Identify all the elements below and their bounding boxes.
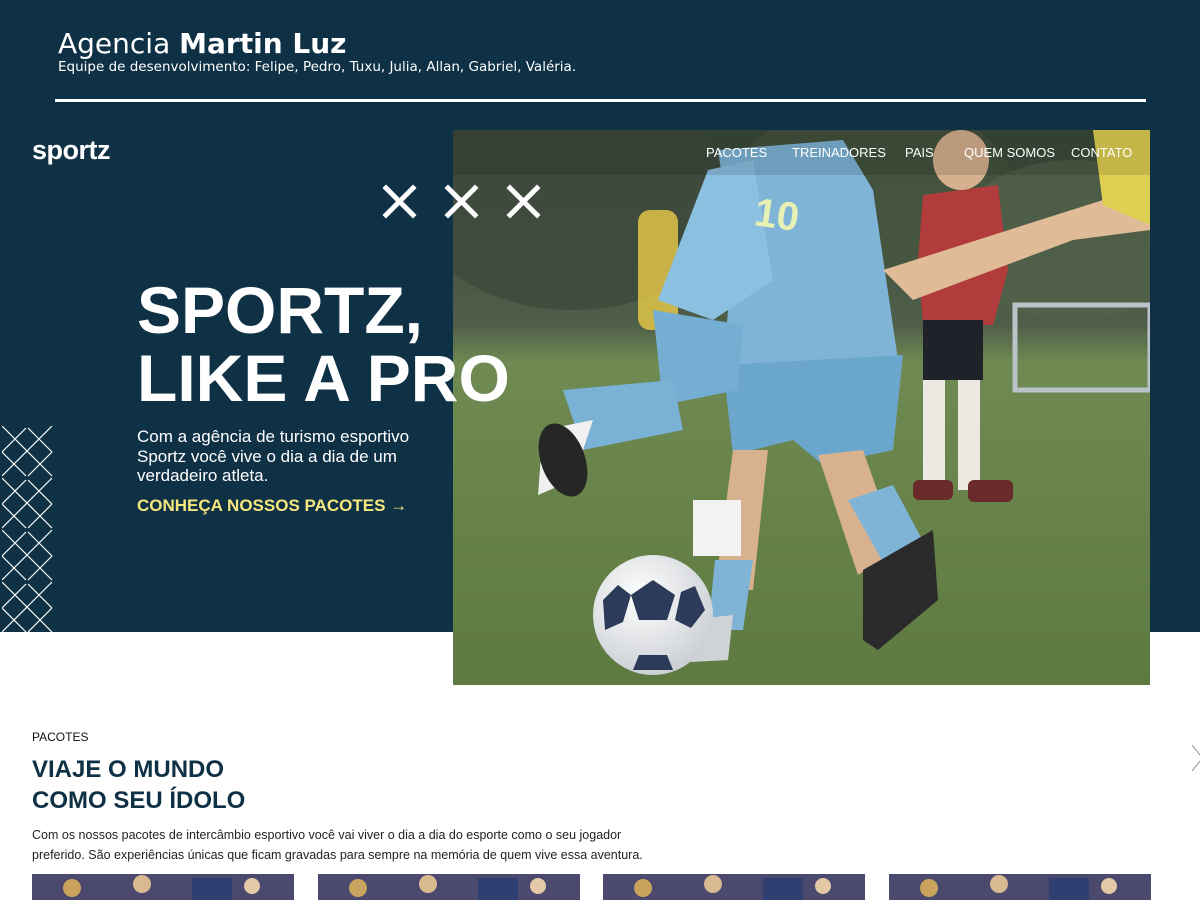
packages-description: Com os nossos pacotes de intercâmbio esp… bbox=[32, 828, 643, 862]
package-card-image[interactable] bbox=[889, 874, 1151, 900]
hero-photo: 10 bbox=[453, 130, 1150, 685]
hero-title-line2: LIKE A PRO bbox=[137, 341, 510, 415]
nav-item-pais[interactable]: PAIS bbox=[905, 145, 934, 160]
agency-title-prefix: Agencia bbox=[58, 27, 171, 60]
package-card-image[interactable] bbox=[603, 874, 865, 900]
sportz-logo[interactable]: sportz bbox=[32, 135, 111, 166]
nav-item-pacotes[interactable]: PACOTES bbox=[706, 145, 767, 160]
packages-title: VIAJE O MUNDO COMO SEU ÍDOLO bbox=[32, 754, 245, 816]
package-card-image[interactable] bbox=[32, 874, 294, 900]
banner-divider bbox=[55, 99, 1146, 102]
agency-title: Agencia Martin Luz bbox=[58, 27, 346, 60]
package-card-image[interactable] bbox=[318, 874, 580, 900]
packages-title-line1: VIAJE O MUNDO bbox=[32, 756, 225, 783]
x-marks-icon bbox=[382, 184, 541, 219]
hero-title-line1: SPORTZ, bbox=[137, 273, 424, 347]
packages-cta-link[interactable]: CONHEÇA NOSSOS PACOTES → bbox=[137, 496, 407, 516]
hero-description: Com a agência de turismo esportivo Sport… bbox=[137, 427, 410, 485]
nav-item-quem-somos[interactable]: QUEM SOMOS bbox=[964, 145, 1055, 160]
agency-title-name: Martin Luz bbox=[179, 27, 347, 60]
dev-team-credits: Equipe de desenvolvimento: Felipe, Pedro… bbox=[58, 59, 577, 75]
diamond-pattern-icon bbox=[2, 426, 53, 632]
nav-item-contato[interactable]: CONTATO bbox=[1071, 145, 1132, 160]
x-marks-icon-edge bbox=[1192, 745, 1200, 771]
packages-kicker: PACOTES bbox=[32, 730, 89, 744]
hero-title: SPORTZ, LIKE A PRO bbox=[137, 276, 510, 412]
svg-text:10: 10 bbox=[752, 190, 802, 240]
main-nav: PACOTES TREINADORES PAIS QUEM SOMOS CONT… bbox=[700, 145, 1140, 163]
packages-title-line2: COMO SEU ÍDOLO bbox=[32, 787, 246, 814]
nav-item-treinadores[interactable]: TREINADORES bbox=[792, 145, 886, 160]
